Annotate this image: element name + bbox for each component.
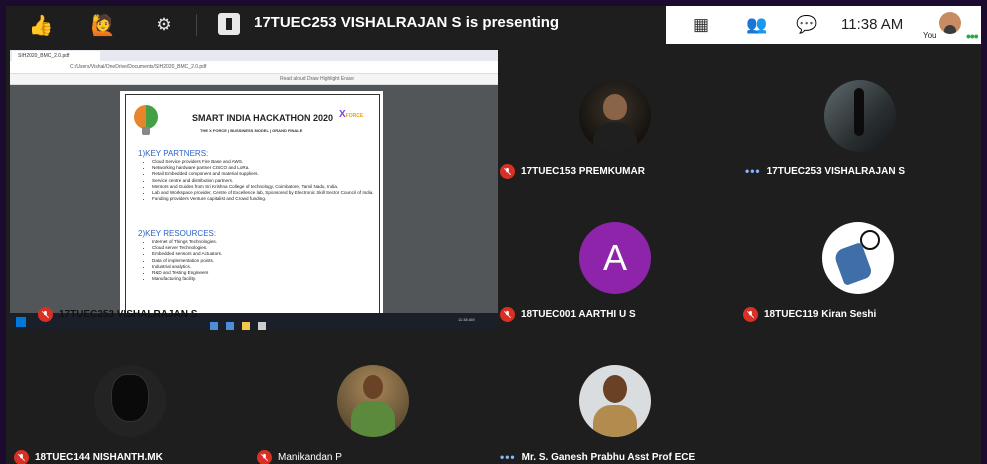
doc-subtitle: THE X FORCE | BUSSINESS MODEL | GRAND FI… <box>200 128 303 133</box>
browser-address-bar: C:/Users/Vishal/OneDrive/Documents/SIH20… <box>10 61 498 74</box>
participant-tile-label: 17TUEC153 PREMKUMAR <box>500 164 645 179</box>
avatar <box>822 222 894 294</box>
thumbs-up-icon[interactable]: 👍 <box>28 12 54 38</box>
presenter-name: 17TUEC253 VISHALRAJAN S <box>59 309 198 320</box>
participant-name: 18TUEC001 AARTHI U S <box>521 309 636 320</box>
participant-tile-label: 18TUEC001 AARTHI U S <box>500 307 636 322</box>
section2-list: Internet of Things Technologies. Cloud s… <box>146 239 388 282</box>
chat-icon[interactable]: 💬 <box>796 14 818 36</box>
participant-tile-label: ••• Mr. S. Ganesh Prabhu Asst Prof ECE <box>500 450 695 464</box>
grid-view-icon[interactable]: ▦ <box>690 14 712 36</box>
mic-off-icon <box>38 307 53 322</box>
taskbar-time: 11:38 AM <box>458 317 475 322</box>
you-label: You <box>923 31 937 40</box>
speaking-dots-icon: ••• <box>745 164 761 178</box>
mic-off-icon <box>14 450 29 464</box>
toolbar-divider <box>196 14 197 36</box>
pdf-toolbar-text: Read aloud Draw Highlight Erase <box>280 76 354 82</box>
participant-name: 18TUEC119 Kiran Seshi <box>764 309 877 320</box>
pdf-viewer: SMART INDIA HACKATHON 2020 THE X FORCE |… <box>10 85 498 316</box>
section1-heading: 1)KEY PARTNERS: <box>138 149 209 158</box>
presenting-title: 17TUEC253 VISHALRAJAN S is presenting <box>254 14 560 31</box>
participant-tile-label: 18TUEC119 Kiran Seshi <box>743 307 876 322</box>
list-item: Manufacturing facility. <box>152 276 388 282</box>
participant-tile-label: 18TUEC144 NISHANTH.MK <box>14 450 163 464</box>
participant-name: 17TUEC253 VISHALRAJAN S <box>766 165 905 177</box>
taskbar-app-icon <box>210 322 218 330</box>
raise-hand-icon[interactable]: 🙋 <box>90 12 116 38</box>
windows-start-icon <box>16 317 26 327</box>
taskbar-tray: 11:38 AM <box>390 317 490 326</box>
clock: 11:38 AM <box>841 16 904 33</box>
avatar <box>579 80 651 152</box>
avatar-initial: A <box>602 237 627 278</box>
pdf-page-border: SMART INDIA HACKATHON 2020 THE X FORCE |… <box>125 94 380 316</box>
mic-off-icon <box>257 450 272 464</box>
browser-tab: SIH2020_BMC_2.0.pdf <box>12 51 100 61</box>
taskbar-app-icon <box>258 322 266 330</box>
bulb-logo <box>134 105 158 135</box>
people-icon[interactable]: 👥 <box>746 14 768 36</box>
mic-off-icon <box>743 307 758 322</box>
list-item: Funding providers Venture capitalist and… <box>152 196 388 202</box>
pdf-page: SMART INDIA HACKATHON 2020 THE X FORCE |… <box>120 91 383 316</box>
avatar: A <box>579 222 651 294</box>
browser-tab-bar: SIH2020_BMC_2.0.pdf <box>10 50 498 61</box>
browser-url: C:/Users/Vishal/OneDrive/Documents/SIH20… <box>70 64 207 70</box>
self-avatar[interactable] <box>939 12 961 34</box>
meeting-window: 👍 🙋 ⚙ 17TUEC253 VISHALRAJAN S is present… <box>6 6 981 464</box>
participant-name: 18TUEC144 NISHANTH.MK <box>35 452 163 463</box>
taskbar-app-icon <box>242 322 250 330</box>
section2-heading: 2)KEY RESOURCES: <box>138 229 217 238</box>
more-options-icon[interactable]: ••• <box>966 28 979 44</box>
presenter-name-row: 17TUEC253 VISHALRAJAN S <box>38 307 197 322</box>
shared-screen: SIH2020_BMC_2.0.pdf C:/Users/Vishal/OneD… <box>10 50 498 330</box>
avatar <box>94 365 166 437</box>
participant-name: Mr. S. Ganesh Prabhu Asst Prof ECE <box>521 451 696 463</box>
xforce-logo: XFORCE <box>339 109 363 120</box>
participant-name: 17TUEC153 PREMKUMAR <box>521 166 645 177</box>
participant-tile-label: ••• 17TUEC253 VISHALRAJAN S <box>745 164 905 178</box>
avatar <box>337 365 409 437</box>
top-toolbar: 👍 🙋 ⚙ 17TUEC253 VISHALRAJAN S is present… <box>6 6 981 44</box>
logo-text: X <box>339 109 346 120</box>
mic-off-icon <box>500 307 515 322</box>
speaking-dots-icon: ••• <box>500 450 516 464</box>
avatar <box>824 80 896 152</box>
section1-list: Cloud Service providers Fire Base and AW… <box>146 159 388 202</box>
gear-icon[interactable]: ⚙ <box>151 12 177 38</box>
doc-title: SMART INDIA HACKATHON 2020 <box>192 113 334 123</box>
taskbar-app-icon <box>226 322 234 330</box>
pdf-toolbar: Read aloud Draw Highlight Erase <box>10 74 498 85</box>
taskbar-apps <box>210 317 290 330</box>
avatar <box>579 365 651 437</box>
present-screen-icon <box>218 13 240 35</box>
logo-small: FORCE <box>345 113 364 119</box>
participant-tile-label: Manikandan P <box>257 450 342 464</box>
mic-off-icon <box>500 164 515 179</box>
participant-name: Manikandan P <box>278 452 342 463</box>
